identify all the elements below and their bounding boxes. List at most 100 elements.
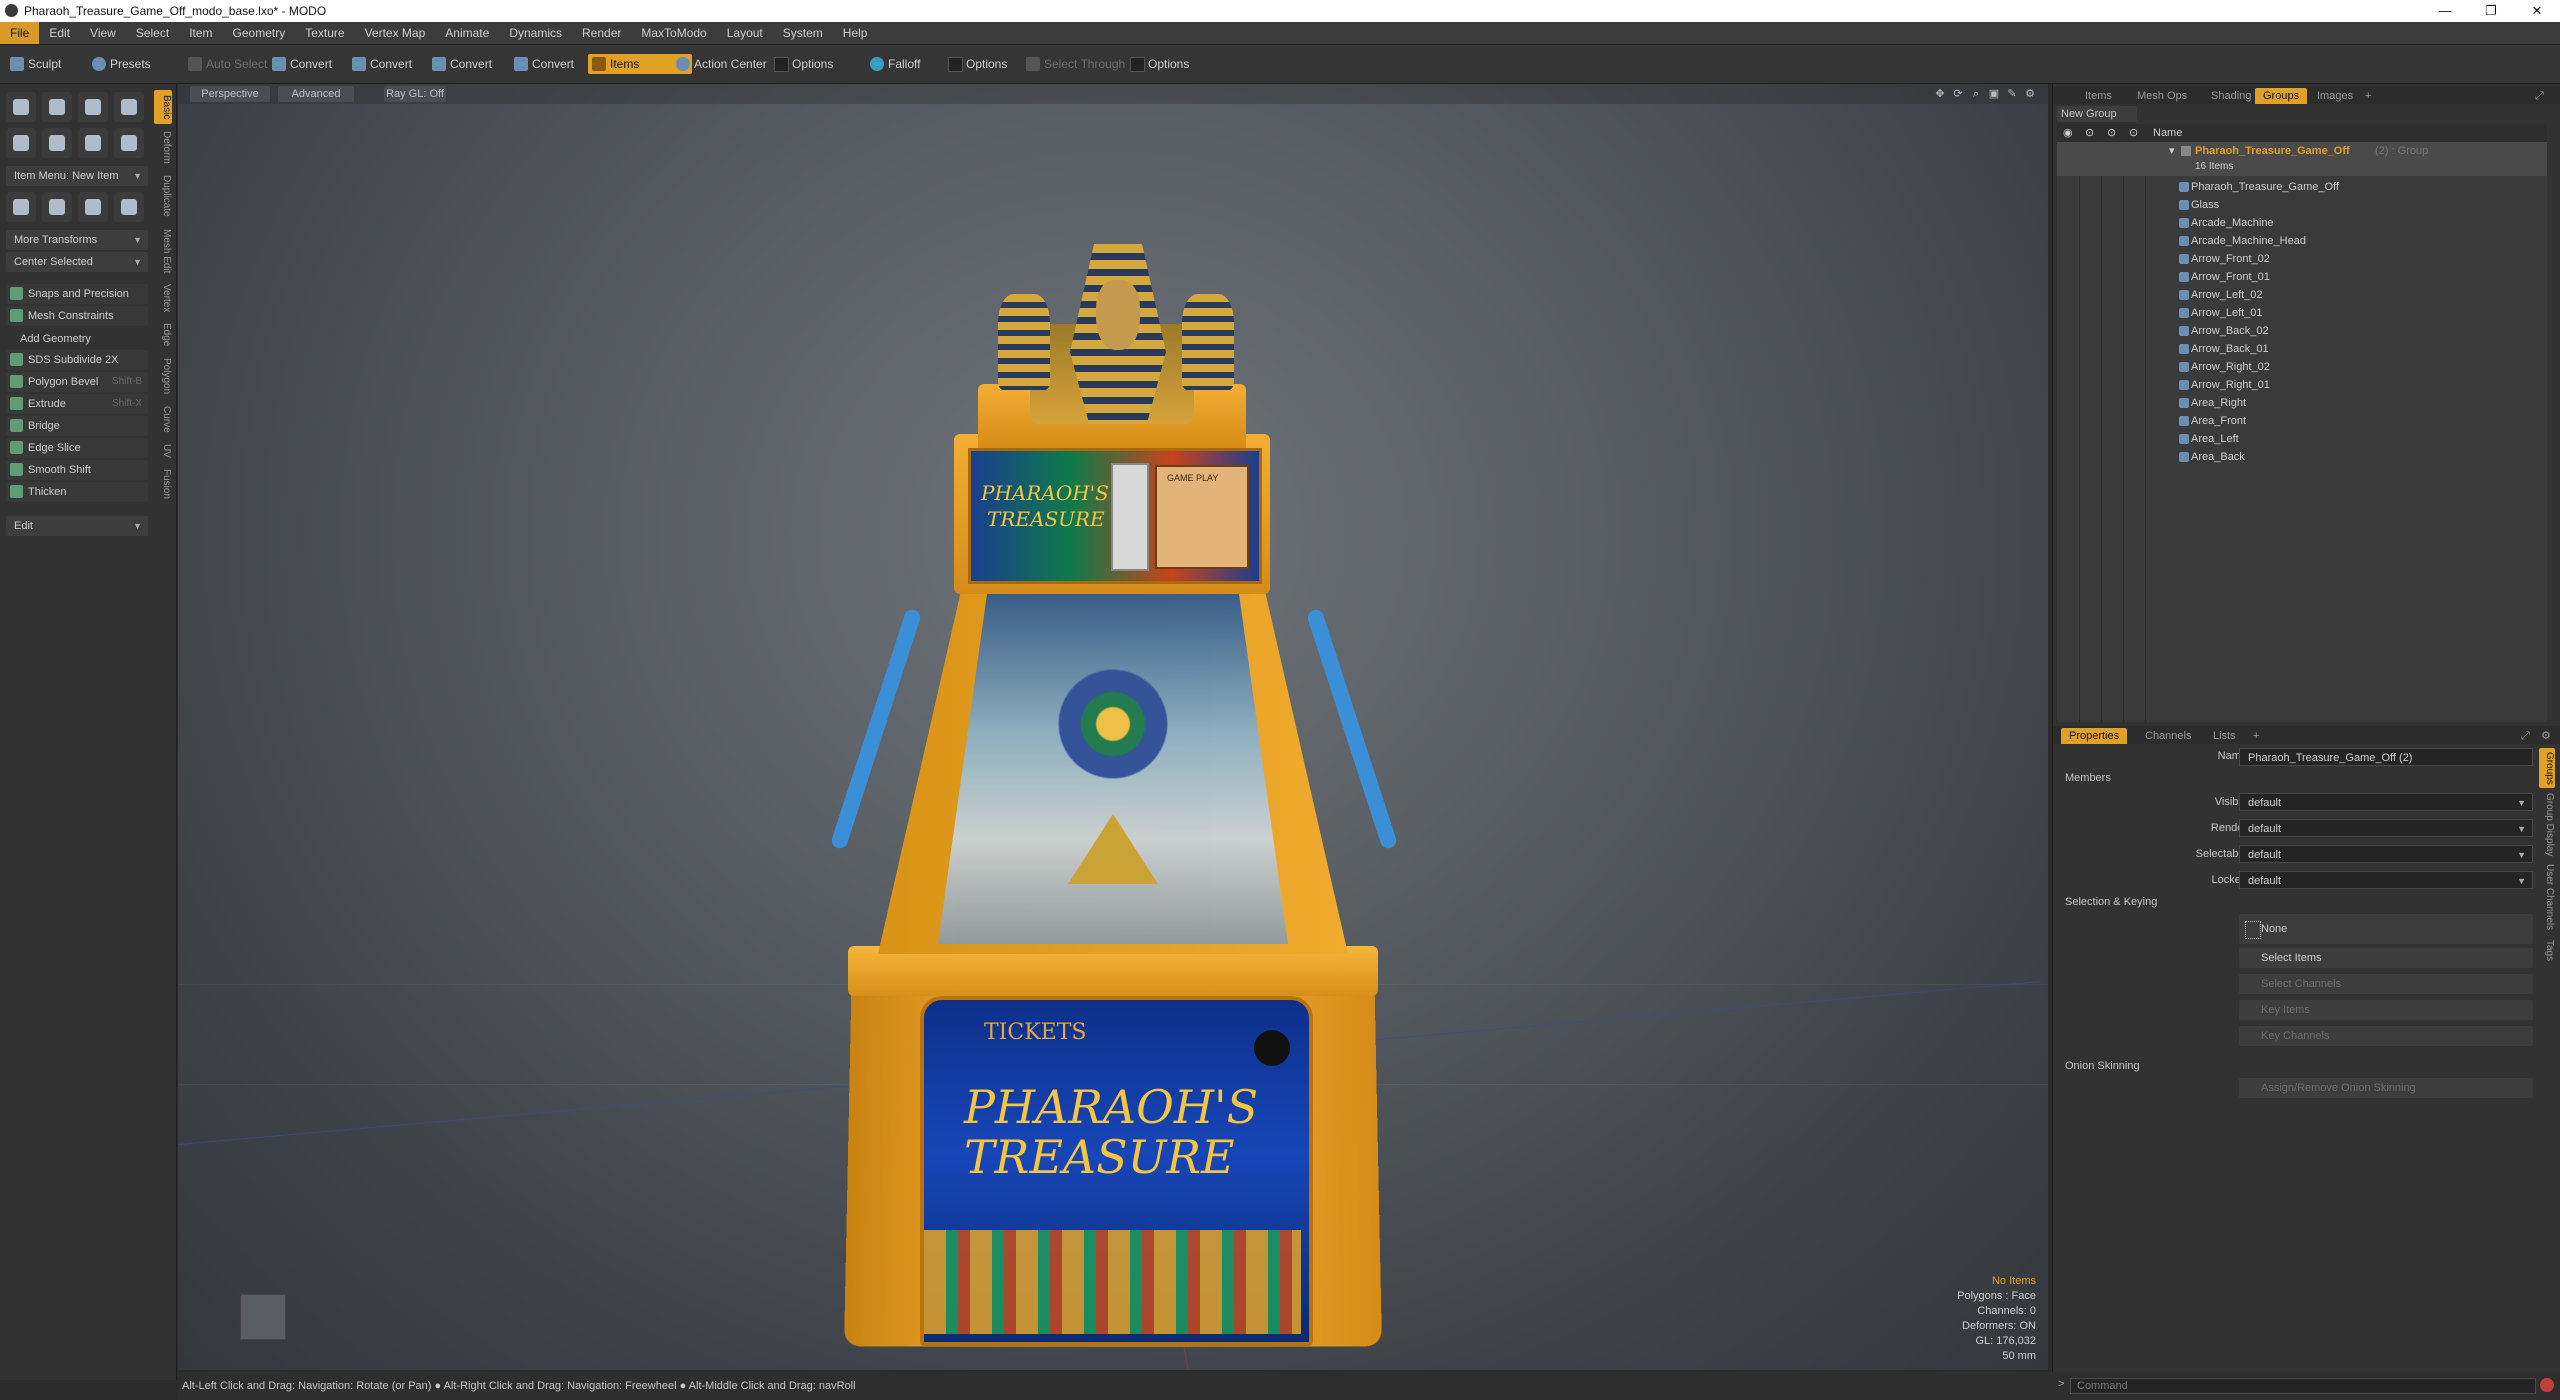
list-item[interactable]: Area_Left (2057, 430, 2547, 448)
list-item[interactable]: Glass (2057, 196, 2547, 214)
convert-vertices-button[interactable]: Convert (268, 54, 338, 74)
members-section[interactable]: Members (2065, 772, 2111, 784)
vtab-uv[interactable]: UV (154, 440, 172, 462)
menu-edit[interactable]: Edit (39, 22, 80, 44)
render-icon[interactable]: ⊙ (2107, 124, 2116, 142)
falloff-button[interactable]: Falloff (866, 54, 926, 74)
snaps-precision-button[interactable]: Snaps and Precision (6, 284, 148, 304)
cone-icon[interactable] (114, 92, 144, 122)
auto-select-button[interactable]: Auto Select (184, 54, 273, 74)
record-icon[interactable] (2540, 1378, 2554, 1392)
list-item[interactable]: Arrow_Left_02 (2057, 286, 2547, 304)
list-item[interactable]: Arrow_Front_02 (2057, 250, 2547, 268)
render-dropdown[interactable]: default ▼ (2239, 819, 2533, 837)
eye-icon[interactable]: ◉ (2063, 124, 2073, 142)
key-channels-button[interactable]: Key Channels (2239, 1026, 2533, 1046)
menu-dynamics[interactable]: Dynamics (499, 22, 572, 44)
vtab-edge[interactable]: Edge (154, 320, 172, 350)
perspective-dropdown[interactable]: Perspective (190, 86, 270, 102)
cube-icon[interactable] (6, 92, 36, 122)
transform-icon[interactable] (6, 192, 36, 222)
vtab-tags[interactable]: Tags (2539, 936, 2555, 966)
name-column-header[interactable]: Name (2153, 124, 2182, 142)
vtab-deform[interactable]: Deform (154, 128, 172, 166)
menu-render[interactable]: Render (572, 22, 631, 44)
thicken-button[interactable]: Thicken (6, 482, 148, 502)
onion-skinning-section[interactable]: Onion Skinning (2065, 1060, 2140, 1072)
group-name-field[interactable]: Pharaoh_Treasure_Game_Off (2) (2239, 748, 2533, 766)
raygl-toggle[interactable]: Ray GL: Off (384, 86, 446, 102)
align-icon[interactable] (114, 192, 144, 222)
edge-slice-button[interactable]: Edge Slice (6, 438, 148, 458)
vtab-user-channels[interactable]: User Channels (2539, 862, 2555, 932)
list-item[interactable]: Arrow_Right_01 (2057, 376, 2547, 394)
list-item[interactable]: Arrow_Right_02 (2057, 358, 2547, 376)
menu-maxtomodo[interactable]: MaxToModo (631, 22, 716, 44)
convert-polygons-button[interactable]: Convert (428, 54, 498, 74)
paint-icon[interactable]: ✎ (2006, 88, 2018, 100)
tab-channels[interactable]: Channels (2137, 728, 2199, 744)
tab-items[interactable]: Items (2077, 88, 2120, 104)
list-item[interactable]: Area_Front (2057, 412, 2547, 430)
move-view-icon[interactable]: ✥ (1934, 88, 1946, 100)
menu-vertex-map[interactable]: Vertex Map (355, 22, 436, 44)
list-item[interactable]: Area_Back (2057, 448, 2547, 466)
navigation-cube[interactable] (240, 1294, 286, 1340)
edit-dropdown[interactable]: Edit ▼ (6, 516, 148, 536)
sculpt-button[interactable]: Sculpt (6, 54, 67, 74)
grid-icon[interactable] (42, 192, 72, 222)
mesh-constraints-button[interactable]: Mesh Constraints (6, 306, 148, 326)
select-icon[interactable]: ⊙ (2129, 124, 2138, 142)
vtab-fusion[interactable]: Fusion (154, 466, 172, 502)
assign-onion-button[interactable]: Assign/Remove Onion Skinning (2239, 1078, 2533, 1098)
capsule-icon[interactable] (42, 128, 72, 158)
menu-layout[interactable]: Layout (717, 22, 773, 44)
fit-view-icon[interactable]: ▣ (1988, 88, 2000, 100)
globe-icon[interactable] (78, 192, 108, 222)
minimize-button[interactable]: — (2422, 0, 2468, 22)
vtab-vertex[interactable]: Vertex (154, 280, 172, 316)
list-item[interactable]: Arrow_Back_02 (2057, 322, 2547, 340)
presets-button[interactable]: Presets (88, 54, 157, 74)
menu-geometry[interactable]: Geometry (223, 22, 296, 44)
extrude-button[interactable]: Extrude Shift-X (6, 394, 148, 414)
new-group-button[interactable]: New Group (2057, 106, 2137, 122)
rotate-view-icon[interactable]: ⟳ (1952, 88, 1964, 100)
lock-icon[interactable]: ⊙ (2085, 124, 2094, 142)
select-channels-button[interactable]: Select Channels (2239, 974, 2533, 994)
menu-animate[interactable]: Animate (435, 22, 499, 44)
add-tab-button[interactable]: + (2357, 88, 2379, 104)
menu-select[interactable]: Select (126, 22, 179, 44)
tab-images[interactable]: Images (2309, 88, 2361, 104)
tab-lists[interactable]: Lists (2205, 728, 2244, 744)
sphere-icon[interactable] (42, 92, 72, 122)
menu-item[interactable]: Item (179, 22, 222, 44)
item-menu-dropdown[interactable]: Item Menu: New Item ▼ (6, 166, 148, 186)
list-item[interactable]: Arrow_Left_01 (2057, 304, 2547, 322)
smooth-shift-button[interactable]: Smooth Shift (6, 460, 148, 480)
list-item[interactable]: Arcade_Machine_Head (2057, 232, 2547, 250)
torus-icon[interactable] (6, 128, 36, 158)
tab-groups[interactable]: Groups (2255, 88, 2308, 104)
selection-keying-section[interactable]: Selection & Keying (2065, 896, 2157, 908)
sds-subdivide-button[interactable]: SDS Subdivide 2X (6, 350, 148, 370)
selectable-dropdown[interactable]: default ▼ (2239, 845, 2533, 863)
vtab-polygon[interactable]: Polygon (154, 354, 172, 398)
bridge-button[interactable]: Bridge (6, 416, 148, 436)
advanced-dropdown[interactable]: Advanced (278, 86, 354, 102)
list-item[interactable]: Arrow_Back_01 (2057, 340, 2547, 358)
convert-edges-button[interactable]: Convert (348, 54, 418, 74)
vtab-groups[interactable]: Groups (2539, 748, 2555, 788)
list-item[interactable]: Arcade_Machine (2057, 214, 2547, 232)
action-center-options[interactable]: Options (770, 54, 839, 74)
convert-materials-button[interactable]: Convert (510, 54, 580, 74)
add-geometry-header[interactable]: Add Geometry (6, 330, 148, 348)
vtab-basic[interactable]: Basic (154, 90, 172, 124)
none-button[interactable]: None (2239, 914, 2533, 944)
select-through-options[interactable]: Options (1126, 54, 1195, 74)
select-items-button[interactable]: Select Items (2239, 948, 2533, 968)
vtab-group-display[interactable]: Group Display (2539, 792, 2555, 858)
key-items-button[interactable]: Key Items (2239, 1000, 2533, 1020)
gear-icon[interactable]: ⚙ (2533, 728, 2559, 744)
cylinder-icon[interactable] (78, 92, 108, 122)
